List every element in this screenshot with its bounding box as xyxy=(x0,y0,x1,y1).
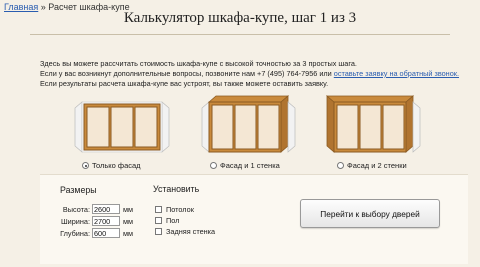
floor-label: Пол xyxy=(166,216,180,225)
option-facade-one-wall[interactable]: Фасад и 1 стенка xyxy=(200,92,300,174)
back-wall-checkbox[interactable] xyxy=(155,228,162,235)
option-facade-only-text: Только фасад xyxy=(92,161,141,170)
depth-label: Глубина: xyxy=(60,228,90,238)
option-facade-only-radio[interactable] xyxy=(82,162,89,169)
ceiling-option[interactable]: Потолок xyxy=(155,205,194,214)
height-label: Высота: xyxy=(62,204,90,214)
wardrobe-facade-two-walls-icon xyxy=(325,95,421,153)
depth-input[interactable]: 600 xyxy=(92,228,120,238)
option-facade-two-walls-radio[interactable] xyxy=(337,162,344,169)
back-wall-label: Задняя стенка xyxy=(166,227,216,236)
go-to-doors-button[interactable]: Перейти к выбору дверей xyxy=(300,199,440,228)
wardrobe-facade-one-wall-icon xyxy=(201,95,296,153)
width-row: Ширина: 2700 мм xyxy=(60,216,133,226)
width-input[interactable]: 2700 xyxy=(92,216,120,226)
callback-request-link[interactable]: оставьте заявку на обратный звонок. xyxy=(334,69,459,78)
option-facade-one-wall-text: Фасад и 1 стенка xyxy=(220,161,280,170)
floor-checkbox[interactable] xyxy=(155,217,162,224)
intro-line-2-text: Если у вас возникнут дополнительные вопр… xyxy=(40,68,334,78)
intro-line-3: Если результаты расчета шкафа-купе вас у… xyxy=(40,78,329,88)
height-unit: мм xyxy=(123,204,134,214)
option-facade-one-wall-label: Фасад и 1 стенка xyxy=(210,161,280,170)
option-facade-two-walls-label: Фасад и 2 стенки xyxy=(337,161,407,170)
option-facade-one-wall-radio[interactable] xyxy=(210,162,217,169)
depth-unit: мм xyxy=(123,228,134,238)
option-facade-two-walls-text: Фасад и 2 стенки xyxy=(347,161,407,170)
install-title: Установить xyxy=(153,184,200,194)
intro-text: Здесь вы можете рассчитать стоимость шка… xyxy=(40,59,470,88)
option-facade-only[interactable]: Только фасад xyxy=(72,92,172,174)
sizes-title: Размеры xyxy=(60,185,97,195)
ceiling-checkbox[interactable] xyxy=(155,206,162,213)
parameters-panel: Размеры Высота: 2600 мм Ширина: 2700 мм … xyxy=(40,174,468,264)
option-facade-two-walls[interactable]: Фасад и 2 стенки xyxy=(325,92,425,174)
intro-line-1: Здесь вы можете рассчитать стоимость шка… xyxy=(40,59,357,68)
height-row: Высота: 2600 мм xyxy=(60,204,133,214)
wardrobe-facade-only-icon xyxy=(74,101,170,153)
back-wall-option[interactable]: Задняя стенка xyxy=(155,227,215,236)
depth-row: Глубина: 600 мм xyxy=(60,228,133,238)
intro-line-2: Если у вас возникнут дополнительные вопр… xyxy=(40,69,470,79)
width-label: Ширина: xyxy=(60,216,90,226)
ceiling-label: Потолок xyxy=(166,205,194,214)
height-input[interactable]: 2600 xyxy=(92,204,120,214)
width-unit: мм xyxy=(123,216,134,226)
title-divider xyxy=(30,34,450,35)
option-facade-only-label: Только фасад xyxy=(82,161,141,170)
configuration-options: Только фасад Фасад и 1 стенка Фасад и 2 … xyxy=(40,92,460,174)
page-title: Калькулятор шкафа-купе, шаг 1 из 3 xyxy=(123,10,357,26)
floor-option[interactable]: Пол xyxy=(155,216,179,225)
